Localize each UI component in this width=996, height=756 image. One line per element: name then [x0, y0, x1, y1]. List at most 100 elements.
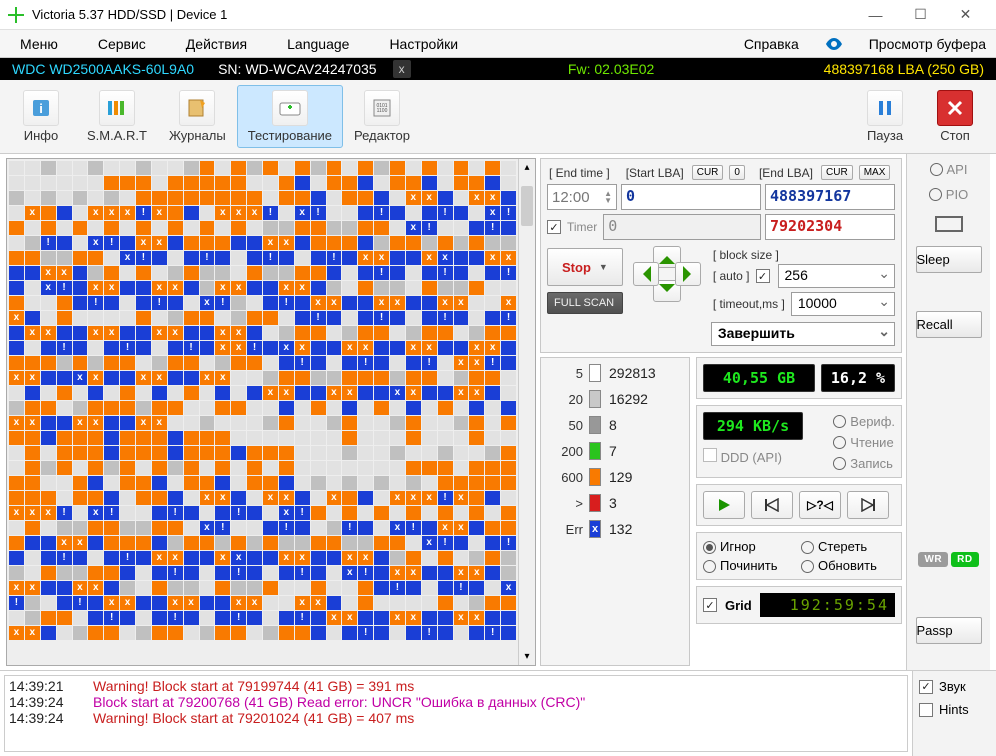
block-cell	[358, 581, 373, 595]
block-cell	[327, 566, 342, 580]
menu-help[interactable]: Справка	[724, 30, 819, 57]
block-cell	[200, 446, 215, 460]
block-cell	[358, 566, 373, 580]
step-fwd-button[interactable]	[847, 491, 889, 519]
block-cell	[485, 266, 500, 280]
block-cell	[41, 161, 56, 175]
tab-editor[interactable]: 01011100 Редактор	[343, 85, 421, 148]
pause-button[interactable]: Пауза	[850, 85, 920, 148]
nav-right-icon[interactable]	[683, 266, 699, 282]
maximize-button[interactable]: ☐	[898, 0, 943, 30]
block-cell	[184, 386, 199, 400]
scan-stop-button[interactable]: Stop ▼	[547, 248, 623, 286]
recall-button[interactable]: Recall	[916, 311, 982, 338]
timer-checkbox[interactable]: ✓	[547, 220, 561, 234]
full-scan-button[interactable]: FULL SCAN	[547, 292, 623, 314]
block-cell	[200, 326, 215, 340]
play-button[interactable]	[703, 491, 745, 519]
block-cell	[136, 611, 151, 625]
block-cell	[342, 266, 357, 280]
menu-language[interactable]: Language	[267, 30, 369, 57]
menu-buffer-view[interactable]: Просмотр буфера	[849, 30, 996, 57]
erase-radio[interactable]: Стереть	[801, 539, 895, 554]
nav-left-icon[interactable]	[635, 266, 651, 282]
step-back-button[interactable]	[751, 491, 793, 519]
start-lba-input[interactable]: 0	[621, 184, 761, 210]
grid-checkbox[interactable]: ✓	[703, 598, 717, 612]
block-cell	[200, 206, 215, 220]
block-cell	[454, 161, 469, 175]
tab-smart[interactable]: S.M.A.R.T	[76, 85, 158, 148]
block-cell	[152, 566, 167, 580]
tab-testing[interactable]: Тестирование	[237, 85, 343, 148]
scroll-down-icon[interactable]: ▾	[519, 648, 535, 665]
block-cell	[25, 191, 40, 205]
cur-button[interactable]: CUR	[692, 165, 724, 180]
sleep-button[interactable]: Sleep	[916, 246, 982, 273]
block-cell	[438, 416, 453, 430]
block-cell	[327, 491, 342, 505]
block-cell	[247, 536, 262, 550]
timeout-select[interactable]: 10000	[791, 292, 895, 316]
sound-checkbox[interactable]: ✓Звук	[919, 679, 990, 694]
menu-actions[interactable]: Действия	[166, 30, 267, 57]
block-cell	[184, 431, 199, 445]
tab-info[interactable]: i Инфо	[6, 85, 76, 148]
repair-radio[interactable]: Починить	[703, 558, 797, 573]
scroll-up-icon[interactable]: ▴	[519, 159, 535, 176]
close-icon[interactable]: x	[393, 60, 411, 78]
block-cell	[215, 371, 230, 385]
blockmap-scrollbar[interactable]: ▴ ▾	[518, 159, 535, 665]
end-time-input[interactable]: 12:00	[552, 189, 590, 206]
block-cell	[454, 341, 469, 355]
read-radio[interactable]: Чтение	[833, 435, 895, 450]
block-cell	[247, 281, 262, 295]
log-area[interactable]: 14:39:21Warning! Block start at 79199744…	[4, 675, 908, 752]
block-size-select[interactable]: 256	[778, 264, 895, 288]
pio-radio[interactable]: PIO	[929, 187, 968, 202]
api-radio[interactable]: API	[930, 162, 968, 177]
block-cell	[231, 506, 246, 520]
block-cell	[263, 536, 278, 550]
close-button[interactable]: ✕	[943, 0, 988, 30]
nav-diamond[interactable]	[635, 248, 699, 300]
block-cell	[358, 611, 373, 625]
refresh-radio[interactable]: Обновить	[801, 558, 895, 573]
menu-settings[interactable]: Настройки	[369, 30, 478, 57]
block-cell	[152, 296, 167, 310]
ignore-radio[interactable]: Игнор	[703, 539, 797, 554]
block-cell	[168, 416, 183, 430]
action-select[interactable]: Завершить	[711, 322, 895, 346]
block-cell	[374, 326, 389, 340]
block-cell	[184, 311, 199, 325]
tab-journals[interactable]: Журналы	[158, 85, 237, 148]
block-cell	[73, 446, 88, 460]
menu-menu[interactable]: Меню	[0, 30, 78, 57]
passp-button[interactable]: Passp	[916, 617, 982, 644]
end-lba-input[interactable]: 488397167	[765, 184, 895, 210]
block-cell	[279, 566, 294, 580]
device-fw: Fw: 02.03E02	[556, 61, 666, 77]
block-cell	[311, 326, 326, 340]
block-cell	[327, 296, 342, 310]
cur2-button[interactable]: CUR	[821, 165, 853, 180]
nav-up-icon[interactable]	[659, 248, 675, 264]
hints-checkbox[interactable]: Hints	[919, 702, 990, 717]
random-button[interactable]: ▷?◁	[799, 491, 841, 519]
block-cell	[9, 506, 24, 520]
scroll-thumb[interactable]	[521, 186, 533, 226]
legend-cell: 7	[609, 443, 683, 459]
block-cell	[501, 611, 516, 625]
verify-radio[interactable]: Вериф.	[833, 414, 895, 429]
block-cell	[57, 401, 72, 415]
auto-checkbox[interactable]: ✓	[756, 269, 770, 283]
block-cell	[279, 341, 294, 355]
menu-service[interactable]: Сервис	[78, 30, 166, 57]
stop-button[interactable]: Стоп	[920, 85, 990, 148]
max-button[interactable]: MAX	[859, 165, 891, 180]
minimize-button[interactable]: —	[853, 0, 898, 30]
zero-button[interactable]: 0	[729, 165, 745, 180]
write-radio[interactable]: Запись	[833, 456, 895, 471]
nav-down-icon[interactable]	[659, 284, 675, 300]
block-cell	[231, 626, 246, 640]
